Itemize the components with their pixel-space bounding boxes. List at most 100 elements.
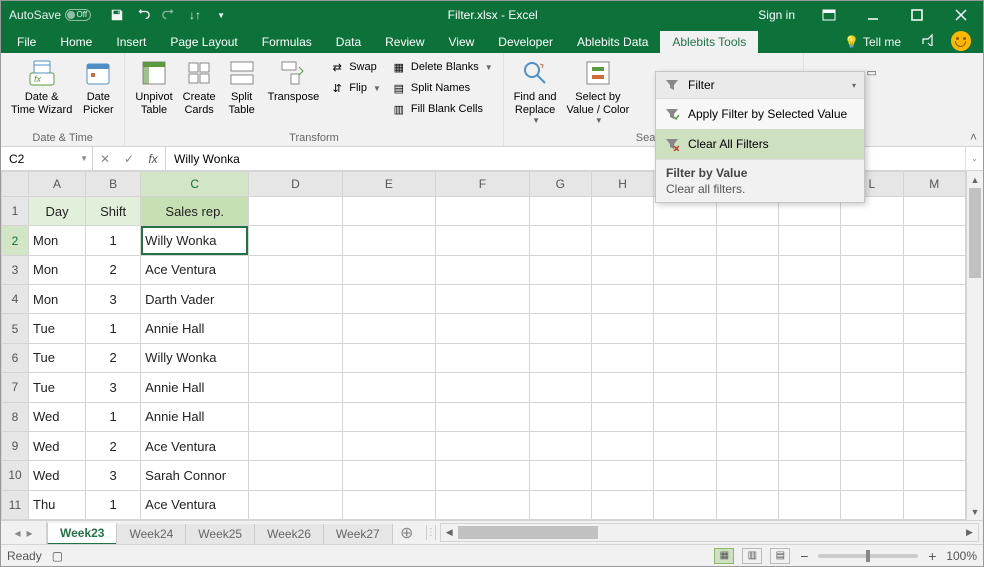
cell[interactable] <box>342 461 435 490</box>
apply-filter-by-selected-value[interactable]: Apply Filter by Selected Value <box>656 99 864 129</box>
tab-home[interactable]: Home <box>48 31 104 53</box>
cell[interactable] <box>529 461 591 490</box>
cell[interactable] <box>841 285 903 314</box>
cell[interactable] <box>591 402 653 431</box>
cell[interactable] <box>529 285 591 314</box>
cell[interactable] <box>841 431 903 460</box>
insert-function-icon[interactable]: fx <box>141 152 165 166</box>
cell[interactable] <box>778 461 840 490</box>
cell[interactable] <box>778 285 840 314</box>
filter-dropdown-header[interactable]: Filter ▾ <box>656 72 864 99</box>
cell[interactable] <box>529 373 591 402</box>
cell[interactable] <box>591 343 653 372</box>
cell[interactable] <box>249 431 342 460</box>
cell[interactable] <box>529 343 591 372</box>
cell[interactable] <box>716 431 778 460</box>
sheet-tab-week23[interactable]: Week23 <box>47 523 117 545</box>
qat-customize-icon[interactable]: ▼ <box>213 7 229 23</box>
cell[interactable]: 3 <box>86 461 141 490</box>
cell[interactable] <box>436 314 529 343</box>
cell[interactable] <box>591 373 653 402</box>
cell[interactable] <box>342 431 435 460</box>
formula-bar-expand-icon[interactable]: ⌄ <box>965 147 983 170</box>
select-by-value-color-button[interactable]: Select by Value / Color▼ <box>562 55 633 127</box>
col-header-E[interactable]: E <box>342 172 435 197</box>
tab-file[interactable]: File <box>5 31 48 53</box>
cell[interactable] <box>841 373 903 402</box>
cell[interactable] <box>716 226 778 255</box>
tab-formulas[interactable]: Formulas <box>250 31 324 53</box>
cell[interactable] <box>903 402 965 431</box>
scroll-right-icon[interactable]: ▶ <box>961 527 978 538</box>
scroll-down-icon[interactable]: ▼ <box>967 503 983 520</box>
vertical-scrollbar[interactable]: ▲ ▼ <box>966 171 983 520</box>
cell[interactable] <box>778 255 840 284</box>
cell[interactable] <box>654 343 716 372</box>
confirm-entry-icon[interactable]: ✓ <box>117 152 141 166</box>
cell[interactable] <box>778 402 840 431</box>
view-page-break-icon[interactable]: ▤ <box>770 548 790 564</box>
sheet-tab-week25[interactable]: Week25 <box>185 524 255 545</box>
tell-me-search[interactable]: 💡Tell me <box>834 31 911 53</box>
cell[interactable] <box>529 431 591 460</box>
cell[interactable] <box>342 490 435 519</box>
cell[interactable] <box>654 461 716 490</box>
col-header-G[interactable]: G <box>529 172 591 197</box>
cell[interactable] <box>529 197 591 226</box>
cell[interactable] <box>342 314 435 343</box>
cell[interactable]: Mon <box>29 285 86 314</box>
cell[interactable] <box>778 226 840 255</box>
cell[interactable]: Darth Vader <box>141 285 249 314</box>
cell[interactable] <box>591 255 653 284</box>
col-header-F[interactable]: F <box>436 172 529 197</box>
split-names-button[interactable]: ▤Split Names <box>387 78 497 98</box>
smiley-face-icon[interactable] <box>951 31 971 51</box>
cell[interactable] <box>436 490 529 519</box>
tab-review[interactable]: Review <box>373 31 436 53</box>
cell[interactable] <box>903 373 965 402</box>
cell[interactable]: Annie Hall <box>141 314 249 343</box>
sheet-tab-week27[interactable]: Week27 <box>323 524 393 545</box>
cell[interactable] <box>436 402 529 431</box>
cell[interactable]: Ace Ventura <box>141 431 249 460</box>
cell[interactable] <box>841 490 903 519</box>
tab-data[interactable]: Data <box>324 31 373 53</box>
cell[interactable]: Wed <box>29 461 86 490</box>
tab-ablebits-data[interactable]: Ablebits Data <box>565 31 660 53</box>
maximize-icon[interactable] <box>895 1 939 29</box>
minimize-icon[interactable] <box>851 1 895 29</box>
cell[interactable]: Thu <box>29 490 86 519</box>
cell[interactable]: Day <box>29 197 86 226</box>
zoom-out-button[interactable]: − <box>798 548 810 564</box>
scrollbar-thumb-horizontal[interactable] <box>458 526 598 539</box>
cell[interactable] <box>529 314 591 343</box>
cell[interactable]: 3 <box>86 285 141 314</box>
redo-icon[interactable] <box>161 7 177 23</box>
cell[interactable] <box>654 314 716 343</box>
cell[interactable] <box>903 197 965 226</box>
save-icon[interactable] <box>109 7 125 23</box>
scroll-left-icon[interactable]: ◀ <box>441 527 458 538</box>
date-picker-button[interactable]: Date Picker <box>78 55 118 118</box>
cell[interactable] <box>591 431 653 460</box>
delete-blanks-button[interactable]: ▦Delete Blanks▼ <box>387 57 497 77</box>
find-and-replace-button[interactable]: Find and Replace▼ <box>510 55 561 127</box>
col-header-H[interactable]: H <box>591 172 653 197</box>
cell[interactable]: Wed <box>29 402 86 431</box>
cell[interactable] <box>716 314 778 343</box>
view-page-layout-icon[interactable]: ▥ <box>742 548 762 564</box>
chevron-down-icon[interactable]: ▼ <box>80 154 88 163</box>
spreadsheet-grid[interactable]: ABCDEFGHIJKLM 1DayShiftSales rep.2Mon1Wi… <box>1 171 966 520</box>
tab-page-layout[interactable]: Page Layout <box>158 31 249 53</box>
cell[interactable] <box>654 402 716 431</box>
cell[interactable]: Tue <box>29 343 86 372</box>
cell[interactable] <box>249 373 342 402</box>
cell[interactable] <box>903 314 965 343</box>
zoom-level[interactable]: 100% <box>946 549 977 563</box>
cell[interactable] <box>841 226 903 255</box>
cell[interactable] <box>654 490 716 519</box>
clear-all-filters[interactable]: Clear All Filters <box>656 129 864 159</box>
sign-in-link[interactable]: Sign in <box>746 8 807 22</box>
cell[interactable] <box>342 285 435 314</box>
cell[interactable] <box>903 490 965 519</box>
